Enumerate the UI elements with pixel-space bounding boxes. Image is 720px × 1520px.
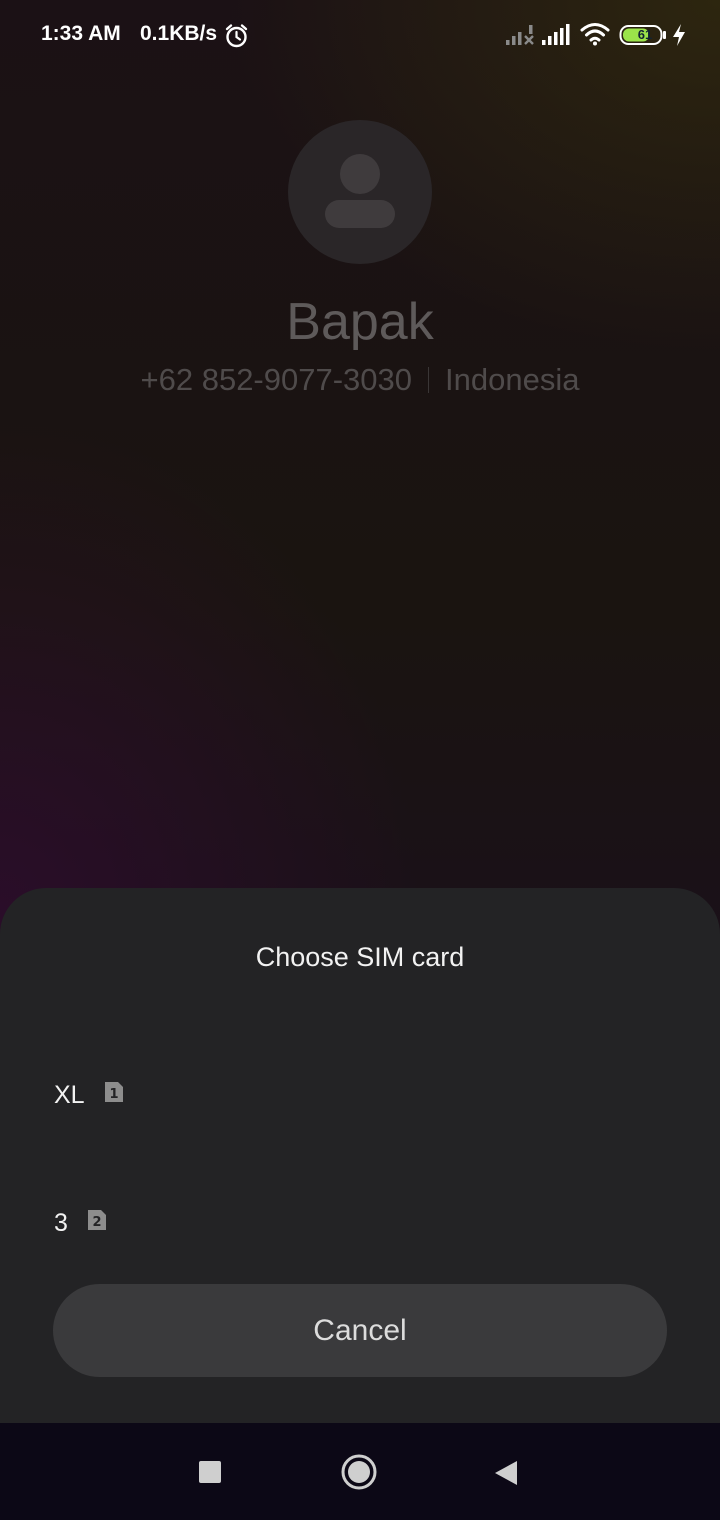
info-divider: [428, 367, 430, 393]
recents-square-icon[interactable]: [199, 1461, 221, 1483]
status-bar: 1:33 AM 0.1KB/s 61: [0, 0, 720, 70]
cancel-button[interactable]: Cancel: [53, 1284, 667, 1377]
svg-text:1: 1: [109, 1087, 118, 1102]
alarm-icon: [225, 24, 248, 48]
status-time: 1:33 AM: [41, 22, 121, 45]
signal-2-icon: [542, 24, 570, 45]
navigation-bar: [0, 1423, 720, 1520]
caller-location: Indonesia: [445, 362, 580, 397]
sim-chooser-sheet: Choose SIM card XL 1 3 2 Cancel: [0, 888, 720, 1423]
signal-1-icon: [506, 25, 534, 45]
back-triangle-icon[interactable]: [493, 1459, 519, 1487]
contact-avatar: [288, 120, 432, 264]
sim-2-icon: 2: [88, 1210, 106, 1230]
caller-info: +62 852-9077-3030 Indonesia: [0, 362, 720, 398]
sim-option-2[interactable]: 3 2: [0, 1171, 720, 1271]
sheet-title: Choose SIM card: [255, 942, 465, 972]
sim-option-label: XL: [54, 1081, 85, 1109]
network-speed: 0.1KB/s: [140, 22, 218, 45]
sim-option-1[interactable]: XL 1: [0, 1043, 720, 1143]
home-circle-icon[interactable]: [341, 1454, 377, 1490]
caller-number: +62 852-9077-3030: [140, 362, 413, 397]
person-icon: [325, 154, 395, 228]
wifi-icon: [580, 23, 610, 46]
battery-level: 61: [637, 27, 653, 42]
caller-name: Bapak: [286, 293, 434, 351]
sim-option-label: 3: [54, 1209, 68, 1237]
sim-1-icon: 1: [105, 1082, 123, 1102]
charging-bolt-icon: [673, 24, 685, 46]
svg-text:2: 2: [92, 1215, 101, 1230]
